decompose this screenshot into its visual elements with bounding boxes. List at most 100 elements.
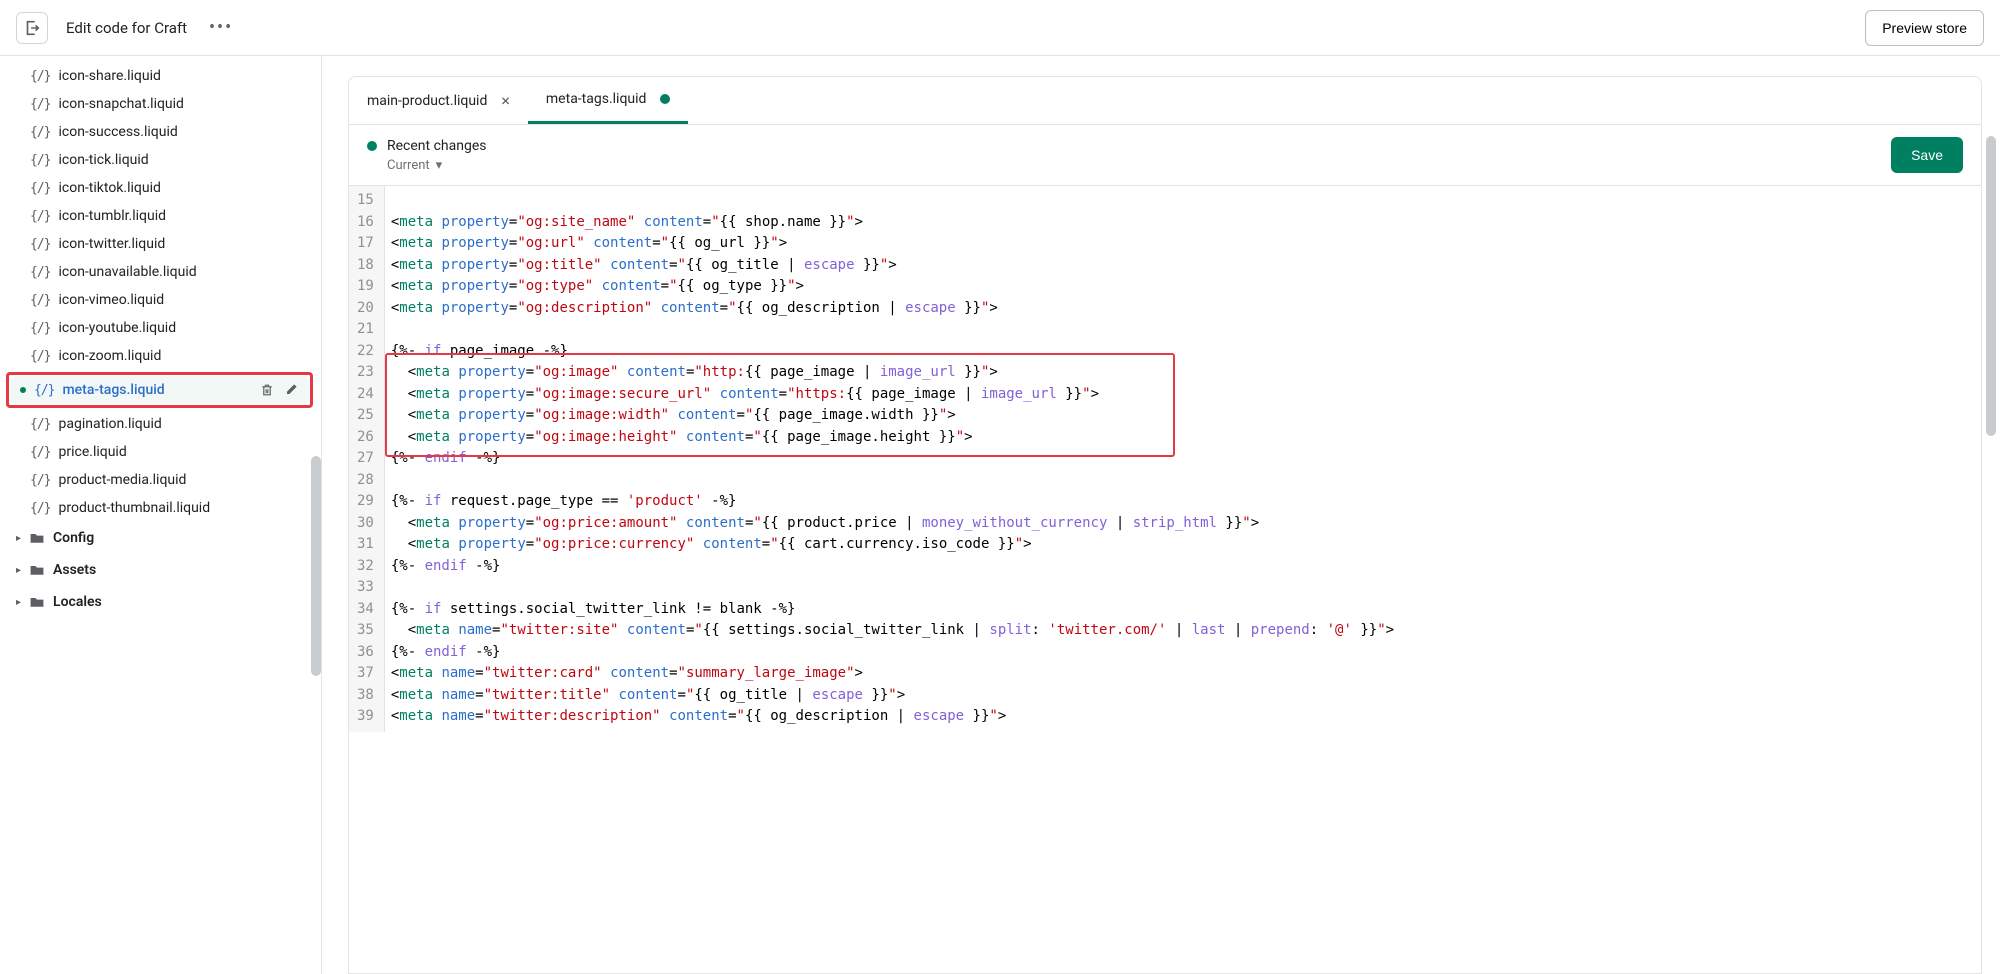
file-item[interactable]: {/} price.liquid <box>6 438 313 466</box>
liquid-file-icon: {/} <box>30 181 50 196</box>
folder-icon <box>29 562 45 578</box>
code-line[interactable]: <meta property="og:image" content="http:… <box>385 362 1981 384</box>
editor-area: main-product.liquid×meta-tags.liquid Rec… <box>322 56 2000 974</box>
code-line[interactable]: <meta name="twitter:title" content="{{ o… <box>385 685 1981 707</box>
exit-icon <box>23 19 41 37</box>
code-line[interactable]: {%- endif -%} <box>385 556 1981 578</box>
main: {/} icon-share.liquid {/} icon-snapchat.… <box>0 56 2000 974</box>
code-line[interactable]: <meta property="og:image:secure_url" con… <box>385 384 1981 406</box>
code-line[interactable]: <meta name="twitter:site" content="{{ se… <box>385 620 1981 642</box>
code-line[interactable]: <meta name="twitter:card" content="summa… <box>385 663 1981 685</box>
file-item[interactable]: {/} icon-tick.liquid <box>6 146 313 174</box>
code-line[interactable]: {%- endif -%} <box>385 448 1981 470</box>
file-item[interactable]: {/} icon-vimeo.liquid <box>6 286 313 314</box>
file-name-label: meta-tags.liquid <box>62 382 251 398</box>
caret-right-icon: ▸ <box>16 533 21 544</box>
code-content[interactable]: <meta property="og:site_name" content="{… <box>385 186 1981 732</box>
line-number: 29 <box>357 491 374 513</box>
line-number: 24 <box>357 384 374 406</box>
file-item[interactable]: {/} icon-twitter.liquid <box>6 230 313 258</box>
code-line[interactable]: <meta property="og:title" content="{{ og… <box>385 255 1981 277</box>
file-item[interactable]: {/} icon-tumblr.liquid <box>6 202 313 230</box>
editor-scrollbar-thumb[interactable] <box>1986 136 1996 436</box>
file-item[interactable]: {/} icon-youtube.liquid <box>6 314 313 342</box>
code-line[interactable]: <meta property="og:price:currency" conte… <box>385 534 1981 556</box>
liquid-file-icon: {/} <box>30 209 50 224</box>
code-line[interactable] <box>385 577 1981 599</box>
line-number: 39 <box>357 706 374 728</box>
editor-tab[interactable]: meta-tags.liquid <box>528 77 689 124</box>
more-button[interactable]: ••• <box>205 12 237 44</box>
changes-info: Recent changes Current ▾ <box>367 138 486 173</box>
code-line[interactable]: <meta property="og:image:width" content=… <box>385 405 1981 427</box>
code-line[interactable] <box>385 470 1981 492</box>
line-number: 38 <box>357 685 374 707</box>
folder-name-label: Locales <box>53 594 102 610</box>
line-number: 31 <box>357 534 374 556</box>
liquid-file-icon: {/} <box>30 501 50 516</box>
preview-store-button[interactable]: Preview store <box>1865 10 1984 46</box>
file-item[interactable]: {/} icon-snapchat.liquid <box>6 90 313 118</box>
line-number: 22 <box>357 341 374 363</box>
code-line[interactable]: <meta property="og:type" content="{{ og_… <box>385 276 1981 298</box>
folder-item[interactable]: ▸ Config <box>6 522 313 554</box>
file-name-label: icon-youtube.liquid <box>58 320 303 336</box>
sidebar-scrollbar[interactable] <box>311 56 321 974</box>
file-item[interactable]: {/} icon-tiktok.liquid <box>6 174 313 202</box>
code-line[interactable]: <meta property="og:description" content=… <box>385 298 1981 320</box>
file-item[interactable]: {/} icon-zoom.liquid <box>6 342 313 370</box>
editor-tabs: main-product.liquid×meta-tags.liquid <box>348 76 1982 125</box>
editor-scrollbar[interactable] <box>1986 136 1996 964</box>
delete-icon[interactable] <box>259 382 275 398</box>
code-line[interactable]: <meta property="og:url" content="{{ og_u… <box>385 233 1981 255</box>
code-editor[interactable]: 1516171819202122232425262728293031323334… <box>348 186 1982 974</box>
modified-dot-icon <box>660 94 670 104</box>
line-number: 27 <box>357 448 374 470</box>
liquid-file-icon: {/} <box>30 417 50 432</box>
file-item[interactable]: {/} product-thumbnail.liquid <box>6 494 313 522</box>
file-sidebar[interactable]: {/} icon-share.liquid {/} icon-snapchat.… <box>0 56 322 974</box>
file-name-label: product-thumbnail.liquid <box>58 500 303 516</box>
folder-item[interactable]: ▸ Assets <box>6 554 313 586</box>
file-item[interactable]: {/} product-media.liquid <box>6 466 313 494</box>
file-name-label: icon-unavailable.liquid <box>58 264 303 280</box>
file-item[interactable]: {/} icon-unavailable.liquid <box>6 258 313 286</box>
sidebar-scrollbar-thumb[interactable] <box>311 456 321 676</box>
code-line[interactable] <box>385 190 1981 212</box>
liquid-file-icon: {/} <box>30 69 50 84</box>
code-line[interactable]: <meta property="og:price:amount" content… <box>385 513 1981 535</box>
line-number: 33 <box>357 577 374 599</box>
file-item[interactable]: {/} icon-success.liquid <box>6 118 313 146</box>
edit-icon[interactable] <box>283 382 299 398</box>
page-title: Edit code for Craft <box>66 19 187 37</box>
code-line[interactable] <box>385 319 1981 341</box>
code-line[interactable]: {%- if page_image -%} <box>385 341 1981 363</box>
folder-item[interactable]: ▸ Locales <box>6 586 313 618</box>
code-line[interactable]: <meta property="og:image:height" content… <box>385 427 1981 449</box>
exit-button[interactable] <box>16 12 48 44</box>
line-number: 20 <box>357 298 374 320</box>
line-number: 23 <box>357 362 374 384</box>
close-icon[interactable]: × <box>501 91 510 110</box>
code-line[interactable]: {%- endif -%} <box>385 642 1981 664</box>
code-line[interactable]: {%- if request.page_type == 'product' -%… <box>385 491 1981 513</box>
file-name-label: pagination.liquid <box>58 416 303 432</box>
changes-version-dropdown[interactable]: Current ▾ <box>387 158 486 173</box>
save-button[interactable]: Save <box>1891 137 1963 173</box>
file-item[interactable]: {/} meta-tags.liquid <box>10 376 309 404</box>
liquid-file-icon: {/} <box>30 321 50 336</box>
code-line[interactable]: {%- if settings.social_twitter_link != b… <box>385 599 1981 621</box>
changes-bar: Recent changes Current ▾ Save <box>348 125 1982 186</box>
file-name-label: price.liquid <box>58 444 303 460</box>
file-name-label: icon-tick.liquid <box>58 152 303 168</box>
line-number: 35 <box>357 620 374 642</box>
liquid-file-icon: {/} <box>30 97 50 112</box>
file-item[interactable]: {/} pagination.liquid <box>6 410 313 438</box>
code-line[interactable]: <meta name="twitter:description" content… <box>385 706 1981 728</box>
editor-tab[interactable]: main-product.liquid× <box>349 77 528 124</box>
file-name-label: icon-zoom.liquid <box>58 348 303 364</box>
code-line[interactable]: <meta property="og:site_name" content="{… <box>385 212 1981 234</box>
file-name-label: icon-twitter.liquid <box>58 236 303 252</box>
file-item[interactable]: {/} icon-share.liquid <box>6 62 313 90</box>
liquid-file-icon: {/} <box>30 473 50 488</box>
